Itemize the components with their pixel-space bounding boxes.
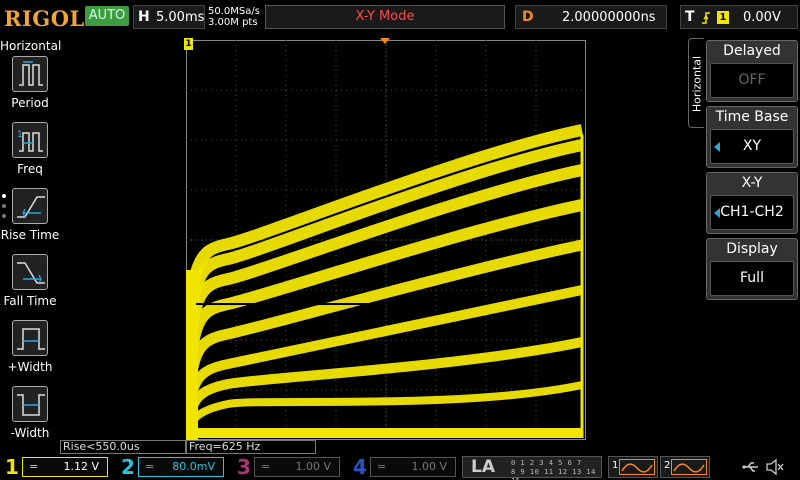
measure-label: +Width [7, 360, 53, 374]
la-row-1: 0 1 2 3 4 5 6 7 [511, 459, 582, 467]
sine-wave-icon [671, 459, 707, 475]
dc-coupling-icon: = [29, 460, 39, 473]
freq-icon: 1 [12, 122, 48, 158]
channel-scale: 1.00 V [295, 460, 331, 473]
logic-analyzer-indicator[interactable]: LA 0 1 2 3 4 5 6 7 8 9 10 11 12 13 14 15 [462, 456, 602, 480]
timebase-value: 5.00ms [156, 10, 205, 25]
generator-1[interactable]: 1 [608, 456, 658, 478]
channel-scale: 1.00 V [411, 460, 447, 473]
selector-arrow-icon [714, 208, 720, 218]
xy-graticule [186, 40, 586, 440]
speaker-mute-icon[interactable] [765, 458, 785, 480]
delay-value: 2.00000000ns [562, 10, 656, 25]
xy-trace-edge [186, 270, 198, 440]
measure-pos-width[interactable]: +Width [0, 320, 60, 382]
softkey-title: X-Y [741, 175, 763, 191]
measurement-freq: Freq=625 Hz [186, 440, 316, 454]
memory-depth: 3.00M pts [208, 17, 258, 28]
auto-button[interactable]: AUTO [85, 6, 129, 26]
fall-time-icon [12, 254, 48, 290]
channel-bar: 1 = 1.12 V 2 = 80.0mV 3 = 1.00 V 4 = 1.0… [0, 454, 800, 480]
softkey-value: Full [710, 261, 794, 296]
measure-panel-title: Horizontal [0, 39, 62, 53]
channel-scale: 80.0mV [172, 460, 215, 473]
generator-2[interactable]: 2 [660, 456, 710, 478]
dc-coupling-icon: = [377, 460, 387, 473]
time-base-softkey[interactable]: Time Base XY [706, 106, 798, 168]
trigger-source-badge: 1 [717, 11, 729, 24]
measure-rise-time[interactable]: Rise Time [0, 188, 60, 250]
selector-arrow-icon [714, 142, 720, 152]
svg-text:1: 1 [17, 130, 23, 140]
la-label: LA [471, 457, 495, 477]
delay-box[interactable]: D 2.00000000ns [515, 5, 667, 29]
softkey-value: OFF [710, 63, 794, 98]
softkey-value: CH1-CH2 [710, 195, 794, 230]
delay-label: D [522, 9, 534, 25]
channel-number: 3 [237, 455, 251, 479]
channel-2[interactable]: 2 = 80.0mV [118, 454, 228, 480]
trigger-position-marker[interactable] [380, 38, 390, 44]
trigger-level: 0.00V [743, 10, 781, 25]
xy-trace-floor [186, 428, 582, 438]
measure-freq[interactable]: 1 Freq [0, 122, 60, 184]
mode-indicator: X-Y Mode [265, 5, 505, 29]
measure-label: Fall Time [3, 294, 57, 308]
xy-trace-band [186, 381, 583, 430]
rise-time-icon [12, 188, 48, 224]
channel-number: 2 [121, 455, 135, 479]
channel-number: 1 [5, 455, 19, 479]
measure-period[interactable]: Period [0, 56, 60, 118]
channel-4[interactable]: 4 = 1.00 V [350, 454, 460, 480]
measurement-rise: Rise<550.0us [60, 440, 186, 454]
delayed-value: OFF [738, 72, 766, 88]
timebase-box[interactable]: H 5.00ms [133, 5, 205, 29]
dc-coupling-icon: = [145, 460, 155, 473]
softkey-value: XY [710, 129, 794, 164]
measure-label: Freq [17, 162, 43, 176]
timebase-label: H [138, 9, 150, 25]
la-row-2: 8 9 10 11 12 13 14 15 [511, 468, 596, 480]
generator-number: 2 [664, 460, 671, 471]
channel-scale: 1.12 V [63, 460, 99, 473]
la-channel-grid: 0 1 2 3 4 5 6 7 8 9 10 11 12 13 14 15 [511, 459, 601, 480]
measure-label: Rise Time [0, 228, 60, 242]
rising-edge-icon [701, 10, 711, 29]
softkey-title: Display [726, 241, 778, 257]
delayed-softkey[interactable]: Delayed OFF [706, 40, 798, 102]
top-status-bar: RIGOL AUTO H 5.00ms 50.0MSa/s 3.00M pts … [0, 0, 800, 36]
menu-tab: Horizontal [688, 38, 704, 128]
xy-trace-band [186, 337, 584, 426]
softkey-title: Time Base [715, 109, 789, 125]
softkey-menu: Horizontal Delayed OFF Time Base XY X-Y … [688, 38, 800, 440]
sample-rate: 50.0MSa/s [208, 6, 260, 17]
usb-icon [742, 459, 760, 479]
trigger-box[interactable]: T 1 0.00V [680, 5, 798, 29]
channel-1-marker[interactable]: 1 [184, 38, 193, 50]
sine-wave-icon [619, 459, 655, 475]
measure-panel: Horizontal Period 1 Freq Rise Time Fall … [0, 36, 62, 440]
xy-value: CH1-CH2 [720, 204, 784, 220]
measure-neg-width[interactable]: -Width [0, 386, 60, 448]
period-icon [12, 56, 48, 92]
pos-width-icon [12, 320, 48, 356]
measure-label: Period [11, 96, 49, 110]
channel-3[interactable]: 3 = 1.00 V [234, 454, 344, 480]
channel-1[interactable]: 1 = 1.12 V [2, 454, 112, 480]
display-softkey[interactable]: Display Full [706, 238, 798, 300]
time-base-value: XY [742, 138, 762, 154]
display-value: Full [740, 270, 764, 286]
xy-softkey[interactable]: X-Y CH1-CH2 [706, 172, 798, 234]
dc-coupling-icon: = [261, 460, 271, 473]
measure-fall-time[interactable]: Fall Time [0, 254, 60, 316]
channel-number: 4 [353, 455, 367, 479]
measure-label: -Width [10, 426, 50, 440]
neg-width-icon [12, 386, 48, 422]
waveform-display[interactable] [186, 40, 586, 440]
menu-tab-label: Horizontal [690, 55, 704, 113]
trigger-label: T [685, 9, 695, 25]
rigol-logo: RIGOL [4, 6, 85, 31]
softkey-title: Delayed [723, 43, 781, 59]
generator-number: 1 [612, 460, 619, 471]
